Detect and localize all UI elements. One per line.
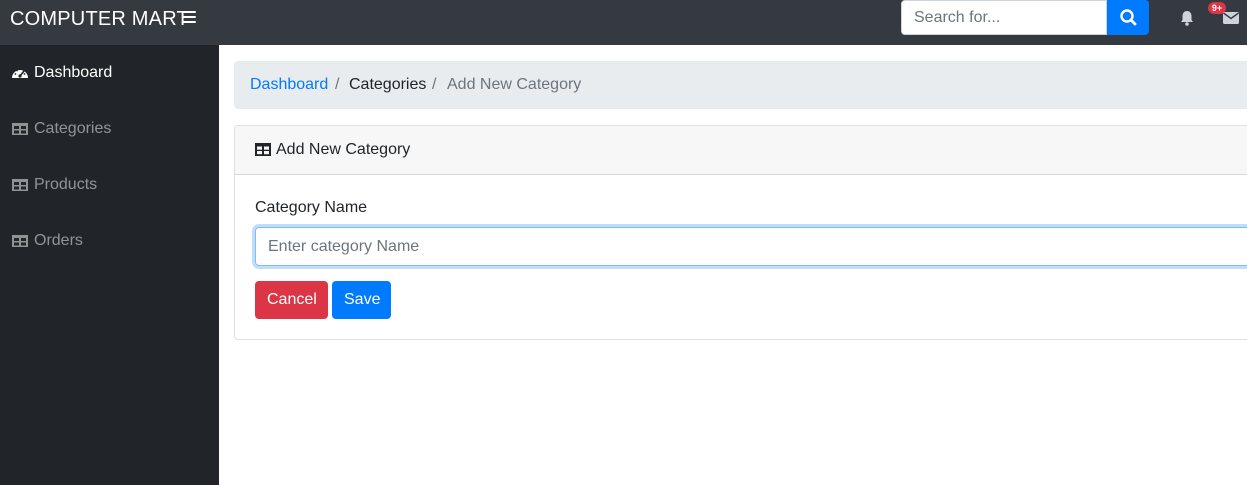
add-category-card: Add New Category Category Name Cancel Sa…: [234, 125, 1247, 340]
search-input[interactable]: [901, 0, 1107, 35]
cancel-button[interactable]: Cancel: [255, 281, 328, 319]
breadcrumb-separator: /: [335, 76, 340, 93]
main-content: Dashboard / Categories / Add New Categor…: [219, 45, 1247, 485]
sidebar-item-label: Dashboard: [34, 64, 113, 81]
sidebar-item-products[interactable]: Products: [0, 157, 219, 213]
sidebar-item-categories[interactable]: Categories: [0, 101, 219, 157]
sidebar-item-orders[interactable]: Orders: [0, 213, 219, 269]
table-icon: [12, 179, 28, 191]
sidebar-item-label: Categories: [34, 120, 112, 137]
sidebar: Dashboard Categories Products Orders: [0, 45, 219, 485]
table-icon: [255, 143, 271, 156]
card-header: Add New Category: [235, 126, 1247, 175]
search-icon: [1120, 9, 1137, 26]
sidebar-item-label: Products: [34, 176, 98, 193]
table-icon: [12, 123, 28, 135]
dashboard-icon: [12, 68, 28, 78]
sidebar-item-dashboard[interactable]: Dashboard: [0, 45, 219, 101]
bell-icon[interactable]: [1177, 8, 1197, 28]
top-navbar: COMPUTER MART 9+: [0, 0, 1247, 45]
table-icon: [12, 235, 28, 247]
breadcrumb-current: Add New Category: [447, 76, 582, 93]
menu-toggle-button[interactable]: [182, 11, 196, 25]
category-name-input[interactable]: [255, 227, 1247, 266]
sidebar-item-label: Orders: [34, 232, 83, 249]
breadcrumb-separator: /: [432, 76, 437, 93]
category-name-label: Category Name: [255, 199, 368, 216]
hamburger-icon-bar: [182, 21, 196, 23]
save-button[interactable]: Save: [332, 281, 391, 319]
hamburger-icon-bar: [182, 16, 196, 18]
brand-title[interactable]: COMPUTER MART: [10, 8, 189, 30]
search-button[interactable]: [1107, 0, 1149, 35]
hamburger-icon-bar: [182, 11, 196, 13]
breadcrumb-dashboard-link[interactable]: Dashboard: [250, 76, 328, 94]
breadcrumb: Dashboard / Categories / Add New Categor…: [234, 61, 1247, 109]
envelope-icon[interactable]: [1221, 8, 1241, 28]
breadcrumb-categories[interactable]: Categories: [349, 76, 426, 94]
card-title: Add New Category: [276, 141, 411, 158]
